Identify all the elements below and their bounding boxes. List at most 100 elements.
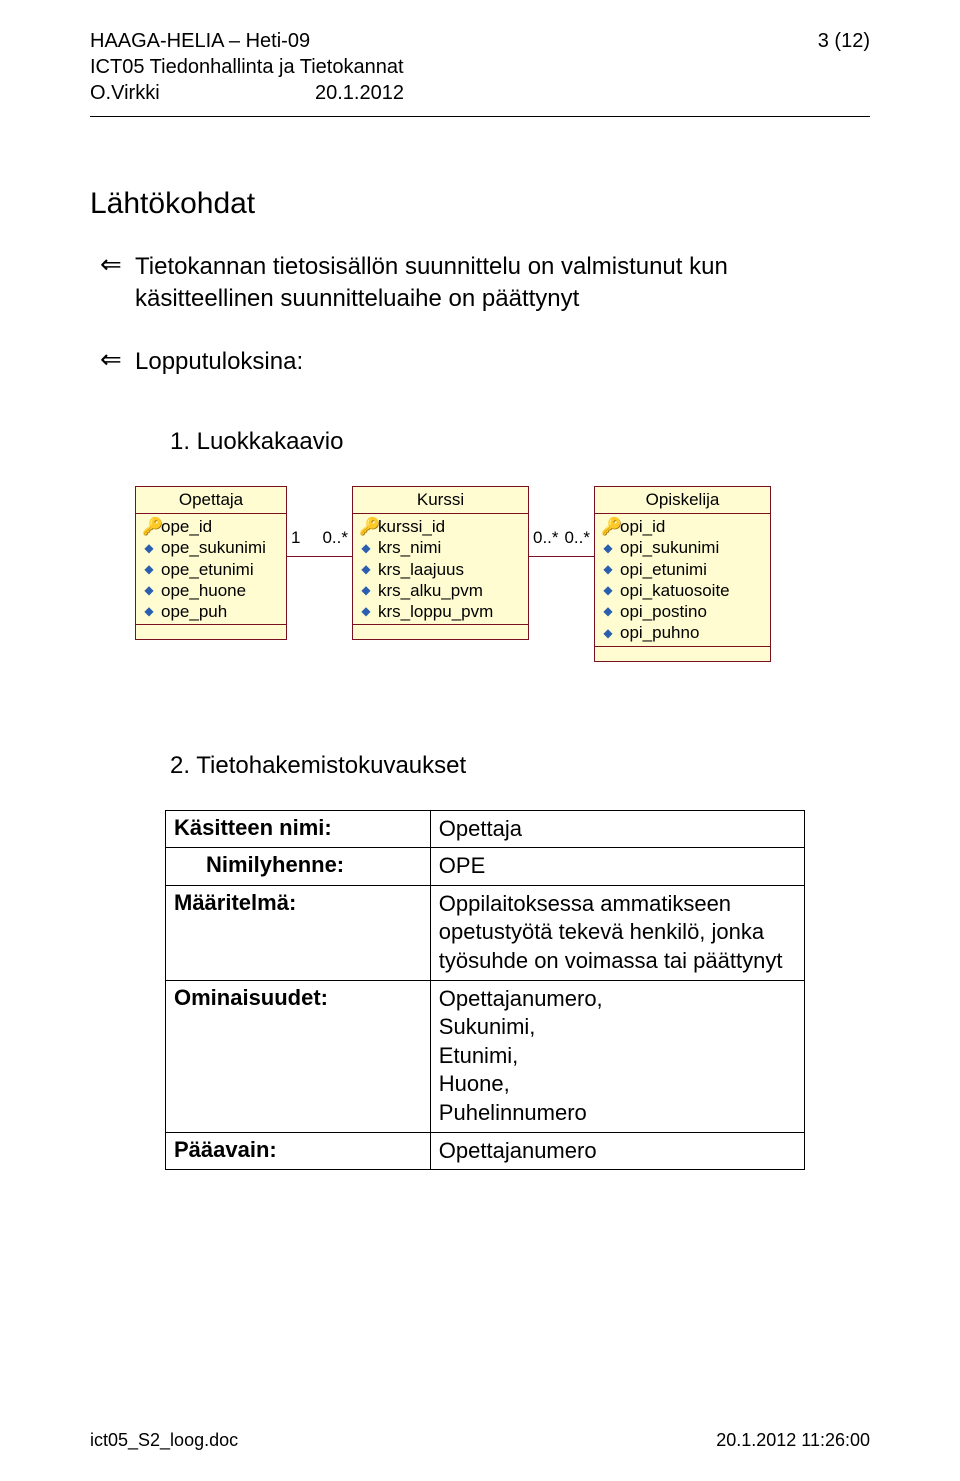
page-footer: ict05_S2_loog.doc 20.1.2012 11:26:00 (90, 1430, 870, 1451)
uml-attr: ◆ opi_postino (599, 601, 766, 622)
uml-multiplicity: 0..* (533, 528, 559, 548)
diamond-icon: ◆ (142, 541, 156, 556)
def-value: Oppilaitoksessa ammatikseen opetustyötä … (430, 885, 804, 980)
bullet-item: ⇐ Lopputuloksina: (135, 346, 870, 378)
def-value: OPE (430, 848, 804, 886)
diamond-icon: ◆ (142, 583, 156, 598)
uml-attr: ◆ krs_laajuus (357, 559, 524, 580)
diamond-icon: ◆ (359, 583, 373, 598)
def-label: Määritelmä: (166, 885, 431, 980)
uml-attr-name: opi_etunimi (620, 559, 707, 580)
uml-attr-key: 🔑 opi_id (599, 516, 766, 537)
diamond-icon: ◆ (601, 604, 615, 619)
table-row: Pääavain: Opettajanumero (166, 1132, 805, 1170)
diamond-icon: ◆ (142, 562, 156, 577)
uml-ops-empty (353, 625, 528, 639)
uml-association-line (529, 556, 594, 557)
diamond-icon: ◆ (359, 541, 373, 556)
uml-class-kurssi: Kurssi 🔑 kurssi_id ◆ krs_nimi ◆ krs_laajuu… (352, 486, 529, 640)
header-course: ICT05 Tiedonhallinta ja Tietokannat (90, 54, 870, 80)
definition-table: Käsitteen nimi: Opettaja Nimilyhenne: OP… (165, 810, 805, 1171)
bullet-text: Lopputuloksina: (135, 348, 303, 375)
uml-attr-name: opi_id (620, 516, 665, 537)
uml-attr-name: opi_sukunimi (620, 537, 719, 558)
header-page-num: 3 (12) (818, 28, 870, 54)
numbered-heading-2: 2. Tietohakemistokuvaukset (90, 752, 870, 780)
diamond-icon: ◆ (359, 604, 373, 619)
page-header: HAAGA-HELIA – Heti-09 3 (12) ICT05 Tiedo… (90, 28, 870, 117)
numbered-heading-1: 1. Luokkakaavio (90, 428, 870, 456)
footer-filename: ict05_S2_loog.doc (90, 1430, 238, 1451)
footer-timestamp: 20.1.2012 11:26:00 (716, 1430, 870, 1451)
uml-attr: ◆ opi_etunimi (599, 559, 766, 580)
uml-class-opettaja: Opettaja 🔑 ope_id ◆ ope_sukunimi ◆ ope_etu… (135, 486, 287, 640)
uml-attr-name: krs_loppu_pvm (378, 601, 493, 622)
uml-ops-empty (136, 625, 286, 639)
uml-attr-key: 🔑 kurssi_id (357, 516, 524, 537)
uml-attr-name: ope_id (161, 516, 212, 537)
uml-class-title: Kurssi (353, 487, 528, 514)
def-label: Käsitteen nimi: (166, 810, 431, 848)
uml-multiplicity: 0..* (564, 528, 590, 548)
arrow-left-icon: ⇐ (100, 343, 122, 378)
header-date: 20.1.2012 (315, 80, 404, 106)
uml-attr-name: ope_huone (161, 580, 246, 601)
table-row: Ominaisuudet: Opettajanumero, Sukunimi, … (166, 980, 805, 1132)
uml-attr-name: krs_nimi (378, 537, 441, 558)
bullet-text: Tietokannan tietosisällön suunnittelu on… (135, 253, 728, 312)
uml-attr-name: opi_postino (620, 601, 707, 622)
uml-association: 0..* 0..* (529, 486, 594, 557)
diamond-icon: ◆ (601, 583, 615, 598)
uml-attr-key: 🔑 ope_id (140, 516, 282, 537)
uml-attr: ◆ ope_puh (140, 601, 282, 622)
uml-multiplicity: 0..* (322, 528, 348, 548)
def-label: Ominaisuudet: (166, 980, 431, 1132)
uml-ops-empty (595, 647, 770, 661)
table-row: Nimilyhenne: OPE (166, 848, 805, 886)
key-icon: 🔑 (142, 516, 156, 537)
uml-attr: ◆ ope_huone (140, 580, 282, 601)
def-value: Opettajanumero, Sukunimi, Etunimi, Huone… (430, 980, 804, 1132)
uml-attr: ◆ krs_alku_pvm (357, 580, 524, 601)
header-org: HAAGA-HELIA – Heti-09 (90, 28, 310, 54)
uml-attr-name: ope_sukunimi (161, 537, 266, 558)
uml-attr-name: ope_etunimi (161, 559, 254, 580)
uml-class-opiskelija: Opiskelija 🔑 opi_id ◆ opi_sukunimi ◆ opi_e… (594, 486, 771, 662)
uml-class-diagram: Opettaja 🔑 ope_id ◆ ope_sukunimi ◆ ope_etu… (90, 486, 870, 662)
uml-attr: ◆ opi_sukunimi (599, 537, 766, 558)
header-author: O.Virkki (90, 80, 315, 106)
bullet-item: ⇐ Tietokannan tietosisällön suunnittelu … (135, 251, 870, 316)
uml-attr-name: opi_katuosoite (620, 580, 730, 601)
table-row: Määritelmä: Oppilaitoksessa ammatikseen … (166, 885, 805, 980)
section-title: Lähtökohdat (90, 187, 870, 221)
uml-attr-name: krs_laajuus (378, 559, 464, 580)
diamond-icon: ◆ (601, 562, 615, 577)
uml-attr-name: ope_puh (161, 601, 227, 622)
key-icon: 🔑 (601, 516, 615, 537)
diamond-icon: ◆ (359, 562, 373, 577)
uml-attr-name: kurssi_id (378, 516, 445, 537)
uml-class-title: Opettaja (136, 487, 286, 514)
def-label: Pääavain: (166, 1132, 431, 1170)
table-row: Käsitteen nimi: Opettaja (166, 810, 805, 848)
uml-attr: ◆ ope_etunimi (140, 559, 282, 580)
def-value: Opettaja (430, 810, 804, 848)
uml-attr: ◆ opi_katuosoite (599, 580, 766, 601)
key-icon: 🔑 (359, 516, 373, 537)
def-value: Opettajanumero (430, 1132, 804, 1170)
arrow-left-icon: ⇐ (100, 248, 122, 283)
diamond-icon: ◆ (601, 541, 615, 556)
uml-association-line (287, 556, 352, 557)
uml-multiplicity: 1 (291, 528, 300, 548)
uml-class-title: Opiskelija (595, 487, 770, 514)
uml-attr-name: krs_alku_pvm (378, 580, 483, 601)
uml-attr: ◆ krs_nimi (357, 537, 524, 558)
uml-attr: ◆ opi_puhno (599, 622, 766, 643)
uml-attr-name: opi_puhno (620, 622, 699, 643)
uml-attr: ◆ ope_sukunimi (140, 537, 282, 558)
uml-attr: ◆ krs_loppu_pvm (357, 601, 524, 622)
diamond-icon: ◆ (142, 604, 156, 619)
uml-association: 1 0..* (287, 486, 352, 557)
diamond-icon: ◆ (601, 626, 615, 641)
def-label: Nimilyhenne: (166, 848, 431, 886)
